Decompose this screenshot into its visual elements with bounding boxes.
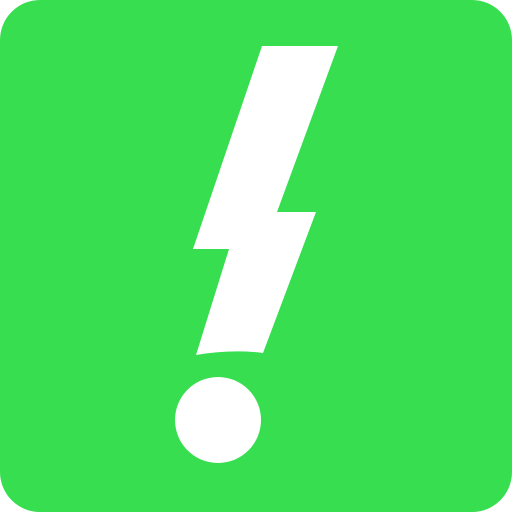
exclamation-dot-shape [175,377,261,463]
app-icon-stage [0,0,512,512]
lightning-exclamation-icon [0,0,512,512]
